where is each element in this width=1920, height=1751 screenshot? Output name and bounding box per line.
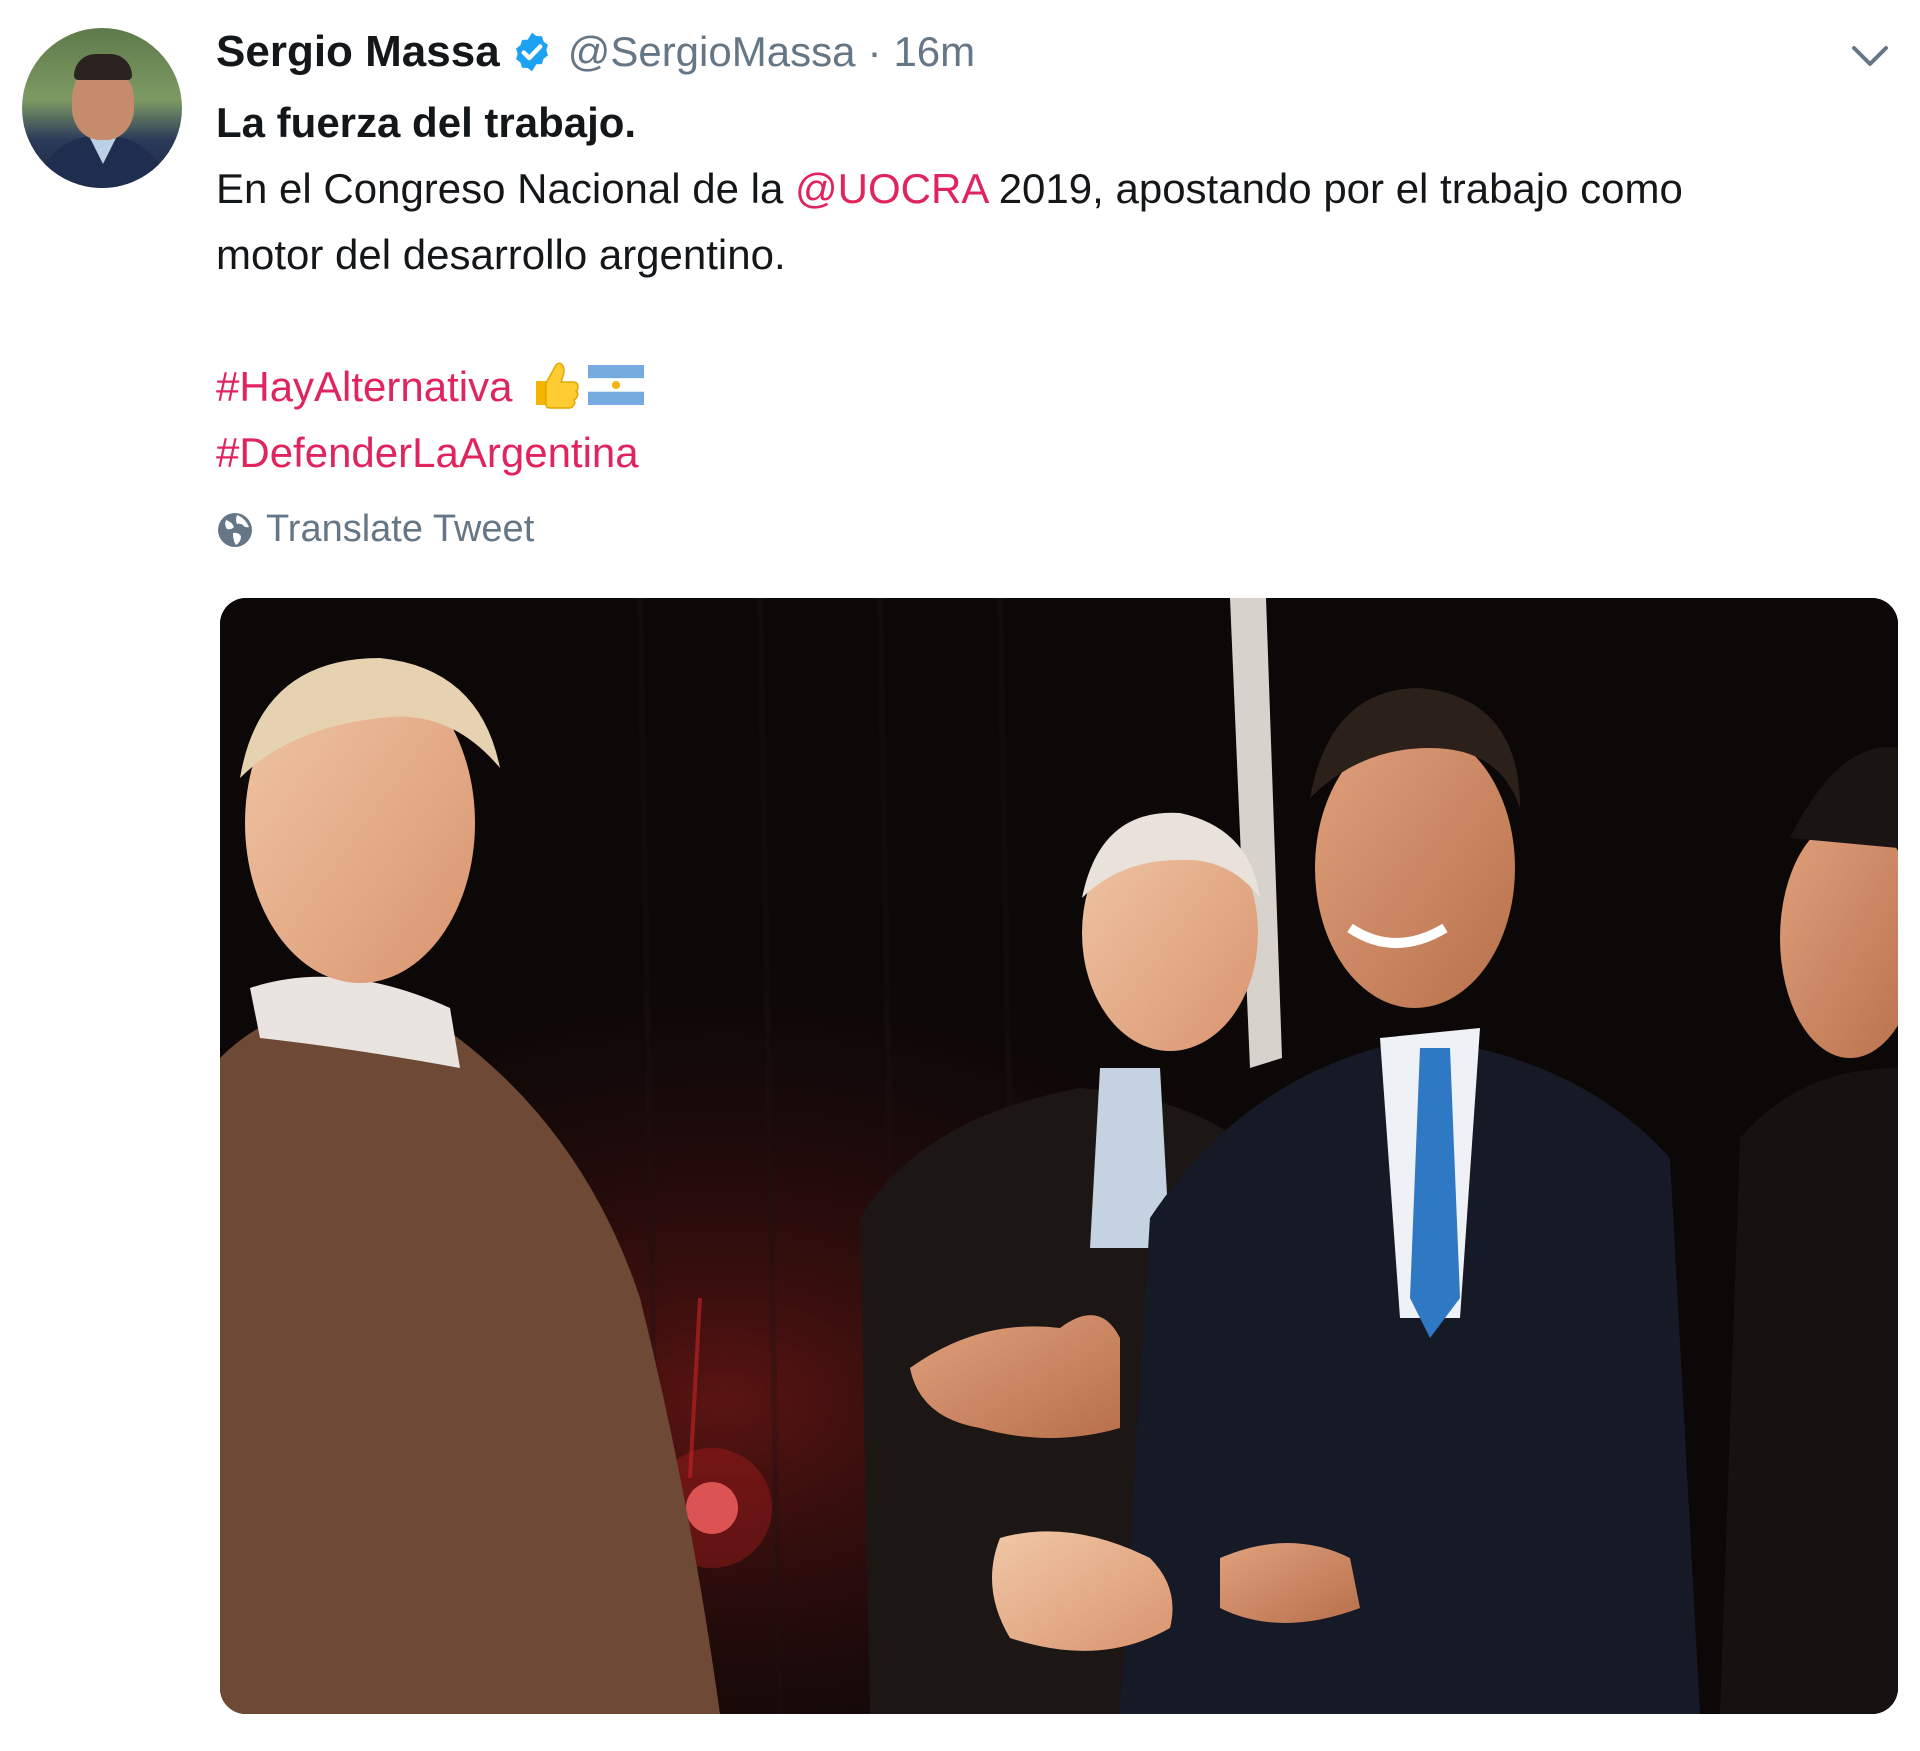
tweet-text-segment: 2019, apostando por el trabajo como <box>987 165 1683 212</box>
author-handle[interactable]: @SergioMassa <box>568 28 856 76</box>
tweet-photo[interactable] <box>220 598 1898 1714</box>
globe-icon <box>218 512 252 547</box>
mention-link[interactable]: @UOCRA <box>795 165 987 212</box>
avatar[interactable] <box>22 28 182 188</box>
argentina-flag-emoji-icon <box>588 358 645 405</box>
verified-badge-icon <box>510 30 554 74</box>
tweet-line-title: La fuerza del trabajo. <box>216 99 637 146</box>
tweet-timestamp[interactable]: 16m <box>893 28 975 76</box>
tweet-header: Sergio Massa @SergioMassa · 16m <box>216 22 975 82</box>
header-separator: · <box>867 28 882 75</box>
chevron-down-icon[interactable] <box>1848 38 1892 74</box>
tweet-card[interactable]: Sergio Massa @SergioMassa · 16m La fuerz… <box>0 0 1920 1751</box>
tweet-text-segment: En el Congreso Nacional de la <box>216 165 796 212</box>
tweet-line-body-2: motor del desarrollo argentino. <box>216 231 786 278</box>
hashtag-line-1: #HayAlternativa <box>216 354 1876 420</box>
hashtag-link[interactable]: #DefenderLaArgentina <box>216 429 639 476</box>
author-name[interactable]: Sergio Massa <box>216 27 500 77</box>
tweet-line-body: En el Congreso Nacional de la @UOCRA 201… <box>216 156 1876 222</box>
photo-illustration <box>220 598 1898 1714</box>
translate-label: Translate Tweet <box>266 508 535 550</box>
tweet-text: La fuerza del trabajo. En el Congreso Na… <box>216 90 1876 486</box>
avatar-hair <box>74 54 132 80</box>
hashtag-line-2: #DefenderLaArgentina <box>216 420 1876 486</box>
avatar-face <box>72 70 134 140</box>
thumbs-up-emoji-icon <box>532 359 580 409</box>
hashtag-link[interactable]: #HayAlternativa <box>216 363 512 410</box>
translate-tweet-button[interactable]: Translate Tweet <box>216 508 534 551</box>
